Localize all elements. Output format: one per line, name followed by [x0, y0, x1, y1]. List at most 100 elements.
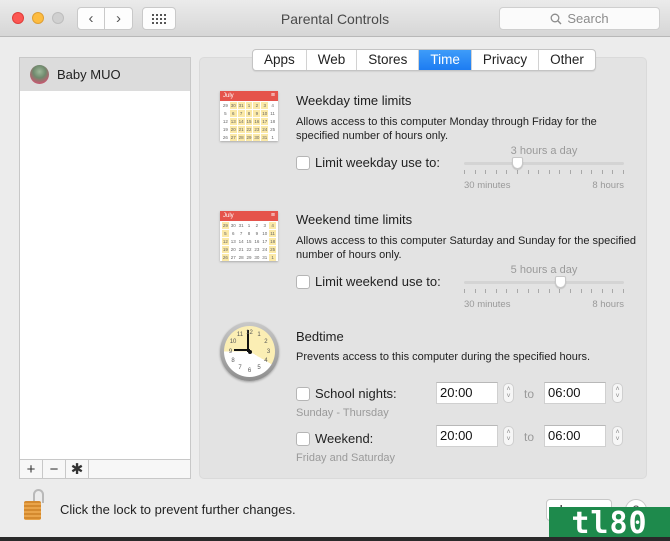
calendar-day: 30	[254, 255, 260, 260]
limit-weekday-checkbox[interactable]: Limit weekday use to:	[296, 155, 440, 170]
weekday-calendar-icon: July 29303112345678910111213141516171819…	[220, 91, 278, 141]
slider-tick	[464, 289, 465, 293]
slider-knob[interactable]	[512, 157, 524, 169]
user-list-item[interactable]: Baby MUO	[20, 58, 190, 91]
clock-number: 9	[228, 348, 233, 355]
watermark-logo: tl80	[549, 507, 670, 541]
calendar-day: 20	[230, 247, 236, 252]
avatar	[30, 65, 49, 84]
calendar-day: 25	[269, 246, 276, 253]
chevron-left-icon: ‹	[88, 10, 94, 27]
calendar-day: 15	[245, 118, 253, 125]
calendar-day: 9	[255, 231, 259, 236]
weekend-bedtime-checkbox[interactable]: Weekend:	[296, 431, 373, 446]
school-nights-start-stepper[interactable]: ˄ ˅	[503, 383, 514, 403]
slider-knob[interactable]	[555, 276, 566, 288]
calendar-day: 23	[253, 126, 261, 133]
weekend-start-time[interactable]: 20:00	[436, 425, 498, 447]
show-all-button[interactable]	[142, 7, 176, 30]
calendar-day: 5	[222, 230, 229, 237]
slider-track[interactable]	[464, 281, 624, 284]
slider-tick	[464, 170, 465, 174]
minimize-window-button[interactable]	[32, 12, 44, 24]
school-nights-end-time[interactable]: 06:00	[544, 382, 606, 404]
calendar-day: 22	[245, 126, 253, 133]
chevron-down-icon: ˅	[615, 436, 620, 443]
weekday-description: Allows access to this computer Monday th…	[296, 116, 597, 142]
slider-min-label: 30 minutes	[464, 299, 511, 310]
slider-ticks	[464, 289, 624, 293]
slider-track[interactable]	[464, 162, 624, 165]
close-window-button[interactable]	[12, 12, 24, 24]
calendar-day: 29	[246, 255, 252, 260]
calendar-day: 31	[262, 255, 268, 260]
tab-privacy[interactable]: Privacy	[472, 50, 540, 70]
calendar-day: 29	[222, 103, 228, 108]
clock-number: 8	[231, 358, 235, 364]
tab-apps[interactable]: Apps	[253, 50, 307, 70]
weekend-end-stepper[interactable]: ˄ ˅	[612, 426, 623, 446]
calendar-day: 4	[271, 103, 274, 108]
checkbox-box[interactable]	[296, 431, 310, 446]
calendar-day: 18	[270, 119, 276, 124]
weekend-start-stepper[interactable]: ˄ ˅	[503, 426, 514, 446]
clock-icon: 1 2 3 4 5 6 7 8 9 10 11 12	[220, 322, 279, 381]
slider-max-label: 8 hours	[592, 299, 624, 310]
calendar-day: 28	[238, 255, 244, 260]
weekend-bedtime-label: Weekend:	[315, 431, 374, 446]
back-button[interactable]: ‹	[77, 7, 105, 30]
user-list-toolbar: + − ✱	[19, 459, 191, 479]
add-user-button[interactable]: +	[20, 460, 43, 478]
slider-tick	[612, 170, 614, 174]
slider-tick	[601, 170, 603, 174]
clock-number: 7	[238, 364, 242, 371]
slider-tick	[495, 170, 497, 174]
tab-other[interactable]: Other	[539, 50, 595, 70]
limit-weekend-checkbox[interactable]: Limit weekend use to:	[296, 274, 441, 289]
calendar-day: 11	[270, 111, 275, 116]
calendar-day: 6	[229, 110, 237, 117]
slider-tick	[623, 170, 624, 174]
school-nights-end-stepper[interactable]: ˄ ˅	[612, 383, 623, 403]
checkbox-box[interactable]	[296, 274, 310, 289]
checkbox-box[interactable]	[296, 386, 310, 401]
user-name: Baby MUO	[57, 67, 121, 82]
slider-tick	[570, 289, 571, 293]
calendar-grid: 29 30 31 1 2 3 4 5 6 7 8 9 10 11 12 13 14 15 16 17 18 19 20 21 2…	[220, 221, 278, 262]
tab-time[interactable]: Time	[419, 50, 472, 70]
chevron-up-icon: ˄	[615, 429, 620, 436]
slider-tick	[601, 289, 603, 293]
search-field[interactable]: Search	[499, 7, 660, 30]
clock-number: 2	[264, 339, 268, 345]
calendar-day: 17	[262, 239, 268, 244]
limit-weekend-label: Limit weekend use to:	[315, 274, 441, 289]
school-nights-start-time[interactable]: 20:00	[436, 382, 498, 404]
zoom-window-button[interactable]	[52, 12, 64, 24]
weekend-calendar-icon: July 29303112345678910111213141516171819…	[220, 211, 278, 261]
tab-stores[interactable]: Stores	[357, 50, 420, 70]
slider-tick	[517, 170, 518, 174]
weekend-end-time[interactable]: 06:00	[544, 425, 606, 447]
school-nights-checkbox[interactable]: School nights:	[296, 386, 397, 401]
search-icon	[550, 13, 562, 24]
slider-tick	[485, 289, 487, 293]
user-settings-button[interactable]: ✱	[66, 460, 89, 478]
calendar-day: 29	[222, 222, 229, 229]
lock-icon[interactable]	[24, 489, 46, 521]
to-label: to	[524, 387, 535, 401]
tab-web[interactable]: Web	[307, 50, 358, 70]
calendar-day: 26	[222, 135, 228, 140]
calendar-day: 8	[245, 110, 253, 117]
chevron-down-icon: ˅	[506, 436, 511, 443]
forward-button[interactable]: ›	[105, 7, 133, 30]
calendar-day: 4	[269, 222, 276, 229]
calendar-day: 12	[222, 119, 228, 124]
weekend-hours-slider[interactable]: 5 hours a day 30 minutes 8 hours	[464, 264, 624, 317]
remove-user-button[interactable]: −	[43, 460, 66, 478]
chevron-right-icon: ›	[116, 10, 121, 27]
calendar-day: 25	[270, 127, 276, 132]
checkbox-box[interactable]	[296, 155, 310, 170]
weekday-hours-slider[interactable]: 3 hours a day 30 minutes 8 hours	[464, 145, 624, 198]
calendar-day: 30	[230, 223, 236, 228]
to-label: to	[524, 430, 535, 444]
